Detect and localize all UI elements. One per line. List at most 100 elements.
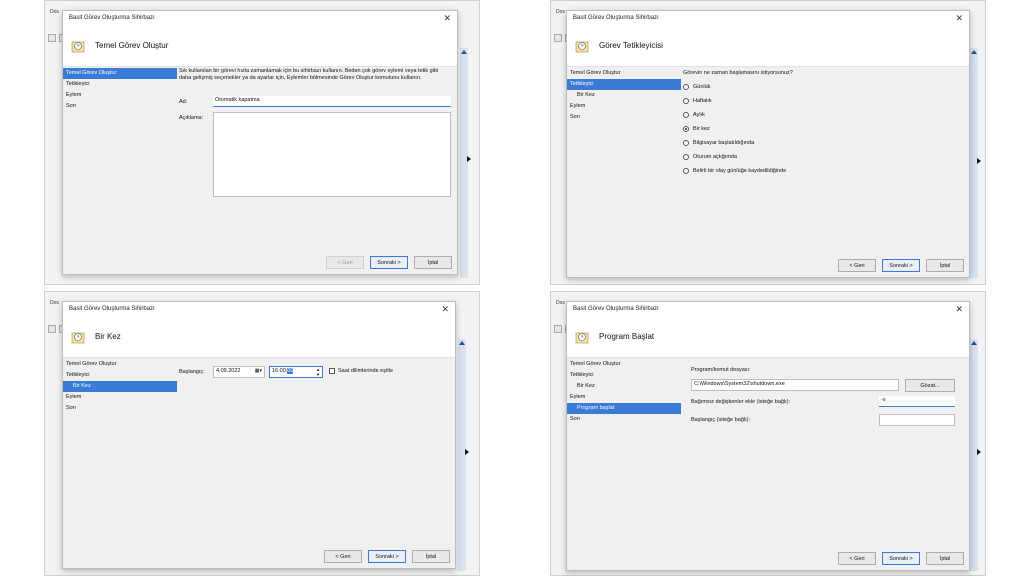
next-button[interactable]: Sonraki > [882,259,920,272]
step-content: Görevin ne zaman başlamasını istiyorsunu… [683,68,963,248]
wizard-steps: Temel Görev Oluştur Tetikleyici Bir Kez … [567,359,681,425]
sync-timezone-label: Saat dilimlerinde eşitle [338,368,394,374]
sync-timezone-option[interactable]: Saat dilimlerinde eşitle [329,368,393,374]
cancel-button[interactable]: İptal [926,259,964,272]
step-tetikleyici[interactable]: Tetikleyici [63,79,177,90]
next-button[interactable]: Sonraki > [370,256,408,269]
background-menu: Dos [556,300,565,306]
trigger-question: Görevin ne zaman başlamasını istiyorsunu… [683,70,793,76]
radio-bilgisayar-baslatildiginda[interactable]: Bilgisayar başlatıldığında [683,140,754,146]
step-son[interactable]: Son [63,101,177,112]
step-eylem[interactable]: Eylem [567,101,681,112]
close-icon[interactable]: ✕ [955,304,963,314]
clock-task-icon [71,41,85,52]
cancel-button[interactable]: İptal [926,552,964,565]
step-tetikleyici[interactable]: Tetikleyici [567,79,681,90]
expand-arrow-icon[interactable] [467,156,471,162]
calendar-icon[interactable]: ▦▾ [255,368,262,374]
background-actions-pane [970,339,978,571]
start-in-input[interactable] [879,414,955,426]
name-label: Ad: [179,99,188,105]
wizard-header: Program Başlat [567,316,969,358]
back-button[interactable]: < Geri [326,256,364,269]
wizard-header: Temel Görev Oluştur [63,25,457,67]
page-title: Temel Görev Oluştur [95,41,169,50]
step-son[interactable]: Son [567,112,681,123]
quadrant-step2: Dos Basit Görev Oluşturma Sihirbazı ✕ Gö… [550,0,986,285]
step-program-baslat[interactable]: Program başlat [567,403,681,414]
step-temel[interactable]: Temel Görev Oluştur [567,359,681,370]
wizard-steps: Temel Görev Oluştur Tetikleyici Bir Kez … [567,68,681,123]
quadrant-step1: Dos Basit Görev Oluşturma Sihirbazı ✕ Te… [44,0,480,285]
arguments-label: Bağımsız değişkenler ekle (isteğe bağlı)… [691,399,791,405]
radio-aylik[interactable]: Aylık [683,112,705,118]
description-label: Açıklama: [179,115,204,121]
name-input[interactable]: Otomatik kapatma [213,96,451,107]
expand-arrow-icon[interactable] [977,158,981,164]
step-tetikleyici[interactable]: Tetikleyici [63,370,177,381]
step-content: Sık kullanılan bir görevi hızla zamanlam… [179,68,451,228]
close-icon[interactable]: ✕ [955,13,963,23]
background-actions-pane [460,48,468,278]
expand-arrow-icon[interactable] [465,449,469,455]
spin-icon[interactable]: ▲ ▼ [316,367,320,377]
description-text: Sık kullanılan bir görevi hızla zamanlam… [179,68,439,81]
back-button[interactable]: < Geri [324,550,362,563]
cancel-button[interactable]: İptal [412,550,450,563]
quadrant-step4: Dos Basit Görev Oluşturma Sihirbazı ✕ Pr… [550,291,986,576]
back-button[interactable]: < Geri [838,552,876,565]
sync-timezone-checkbox[interactable] [329,368,335,374]
wizard-dialog: Basit Görev Oluşturma Sihirbazı ✕ Temel … [62,10,458,275]
description-textarea[interactable] [213,112,451,197]
radio-haftalik[interactable]: Haftalık [683,98,712,104]
step-eylem[interactable]: Eylem [63,90,177,101]
wizard-dialog: Basit Görev Oluşturma Sihirbazı ✕ Görev … [566,10,970,278]
arguments-input[interactable]: -s [879,396,955,407]
date-picker[interactable]: 4.09.2022 ▦▾ [213,366,265,378]
background-menu: Dos [50,9,59,15]
close-icon[interactable]: ✕ [443,13,451,23]
expand-arrow-icon[interactable] [977,449,981,455]
program-input[interactable]: C:\Windows\System32\shutdown.exe [691,379,899,391]
page-title: Bir Kez [95,332,121,341]
time-picker[interactable]: 16:00:00 ▲ ▼ [269,366,323,378]
step-temel[interactable]: Temel Görev Oluştur [567,68,681,79]
quadrant-step3: Dos Basit Görev Oluşturma Sihirbazı ✕ Bi… [44,291,480,576]
radio-gunluk[interactable]: Günlük [683,84,710,90]
wizard-footer: < Geri Sonraki > İptal [326,256,452,269]
wizard-footer: < Geri Sonraki > İptal [838,552,964,565]
step-tetikleyici[interactable]: Tetikleyici [567,370,681,381]
start-in-label: Başlangıç (isteğe bağlı): [691,417,751,423]
radio-bir-kez[interactable]: Bir kez [683,126,710,132]
clock-task-icon [575,332,589,343]
background-actions-pane [458,339,466,571]
step-bir-kez[interactable]: Bir Kez [567,90,681,101]
wizard-header: Görev Tetikleyicisi [567,25,969,67]
step-eylem[interactable]: Eylem [63,392,177,403]
close-icon[interactable]: ✕ [441,304,449,314]
step-son[interactable]: Son [63,403,177,414]
wizard-steps: Temel Görev Oluştur Tetikleyici Eylem So… [63,68,177,112]
title-bar: Basit Görev Oluşturma Sihirbazı ✕ [63,11,457,25]
radio-oturum-actigimda[interactable]: Oturum açtığımda [683,154,737,160]
step-temel[interactable]: Temel Görev Oluştur [63,359,177,370]
radio-belirli-olay[interactable]: Belirli bir olay günlüğe kaydedildiğinde [683,168,786,174]
window-title: Basit Görev Oluşturma Sihirbazı [573,306,659,312]
step-eylem[interactable]: Eylem [567,392,681,403]
browse-button[interactable]: Gözat... [905,379,955,392]
title-bar: Basit Görev Oluşturma Sihirbazı ✕ [567,11,969,25]
window-title: Basit Görev Oluşturma Sihirbazı [573,15,659,21]
step-temel[interactable]: Temel Görev Oluştur [63,68,177,79]
time-seconds-selected: 00 [287,368,294,374]
step-content: Başlangıç: 4.09.2022 ▦▾ 16:00:00 ▲ ▼ Saat… [179,359,449,399]
window-title: Basit Görev Oluşturma Sihirbazı [69,15,155,21]
step-bir-kez[interactable]: Bir Kez [567,381,681,392]
wizard-header: Bir Kez [63,316,455,358]
next-button[interactable]: Sonraki > [368,550,406,563]
next-button[interactable]: Sonraki > [882,552,920,565]
step-son[interactable]: Son [567,414,681,425]
back-button[interactable]: < Geri [838,259,876,272]
cancel-button[interactable]: İptal [414,256,452,269]
step-bir-kez[interactable]: Bir Kez [63,381,177,392]
date-value: 4.09.2022 [216,368,241,374]
